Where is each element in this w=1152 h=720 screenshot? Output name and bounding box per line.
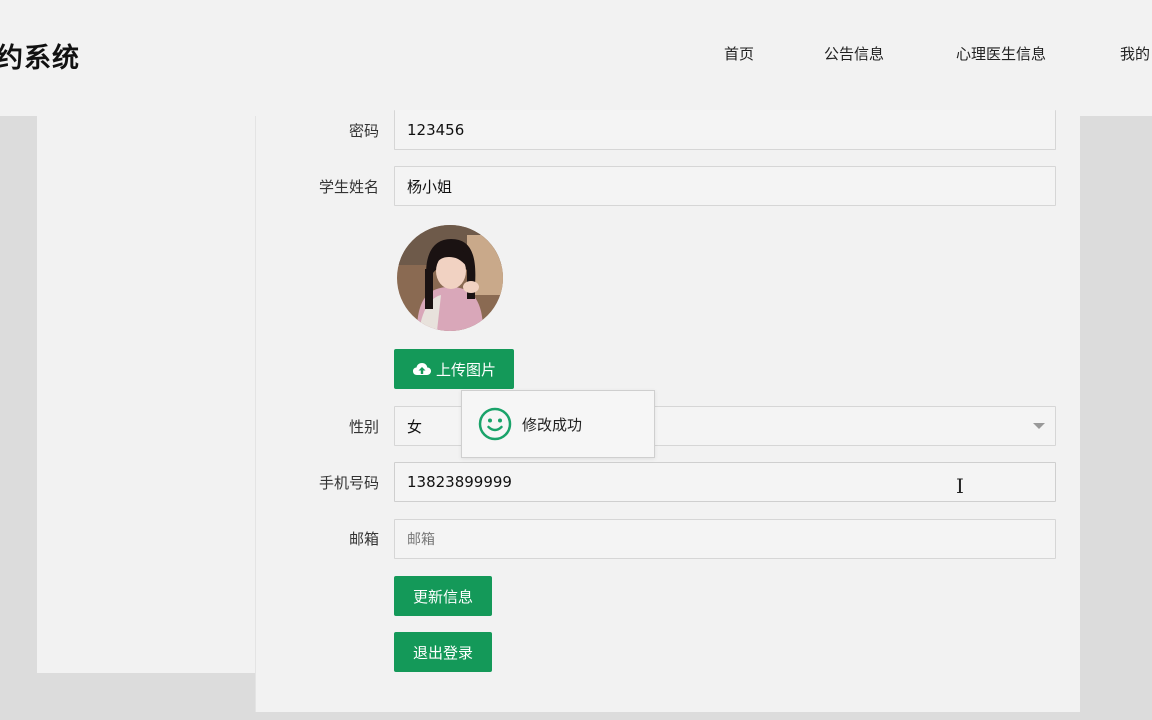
top-header: 约系统 首页 公告信息 心理医生信息 我的 xyxy=(0,0,1152,116)
student-name-field[interactable]: 杨小姐 xyxy=(394,166,1056,206)
nav-mine[interactable]: 我的 xyxy=(1120,43,1150,64)
nav-notice[interactable]: 公告信息 xyxy=(824,43,884,64)
update-info-button[interactable]: 更新信息 xyxy=(394,576,492,616)
nav-doctor-info[interactable]: 心理医生信息 xyxy=(956,43,1046,64)
toast-message: 修改成功 xyxy=(522,415,583,434)
student-name-label: 学生姓名 xyxy=(318,178,379,196)
logout-button[interactable]: 退出登录 xyxy=(394,632,492,672)
gender-selected-value: 女 xyxy=(407,417,423,436)
email-field[interactable]: 邮箱 xyxy=(394,519,1056,559)
password-field[interactable]: 123456 xyxy=(394,110,1056,150)
upload-image-label: 上传图片 xyxy=(435,361,496,379)
smile-icon xyxy=(478,407,512,441)
chevron-down-icon[interactable] xyxy=(1033,423,1045,429)
password-label: 密码 xyxy=(348,122,379,140)
side-panel xyxy=(37,116,255,673)
cloud-upload-icon xyxy=(412,361,432,377)
phone-label: 手机号码 xyxy=(318,474,379,492)
nav-home[interactable]: 首页 xyxy=(724,43,754,64)
upload-image-button[interactable]: 上传图片 xyxy=(394,349,514,389)
avatar xyxy=(397,225,503,331)
avatar-photo xyxy=(397,225,503,331)
gender-label: 性别 xyxy=(348,418,379,436)
email-label: 邮箱 xyxy=(348,530,379,548)
site-brand: 约系统 xyxy=(0,43,80,74)
text-cursor-icon: I xyxy=(956,474,964,498)
success-toast: 修改成功 xyxy=(461,390,655,458)
